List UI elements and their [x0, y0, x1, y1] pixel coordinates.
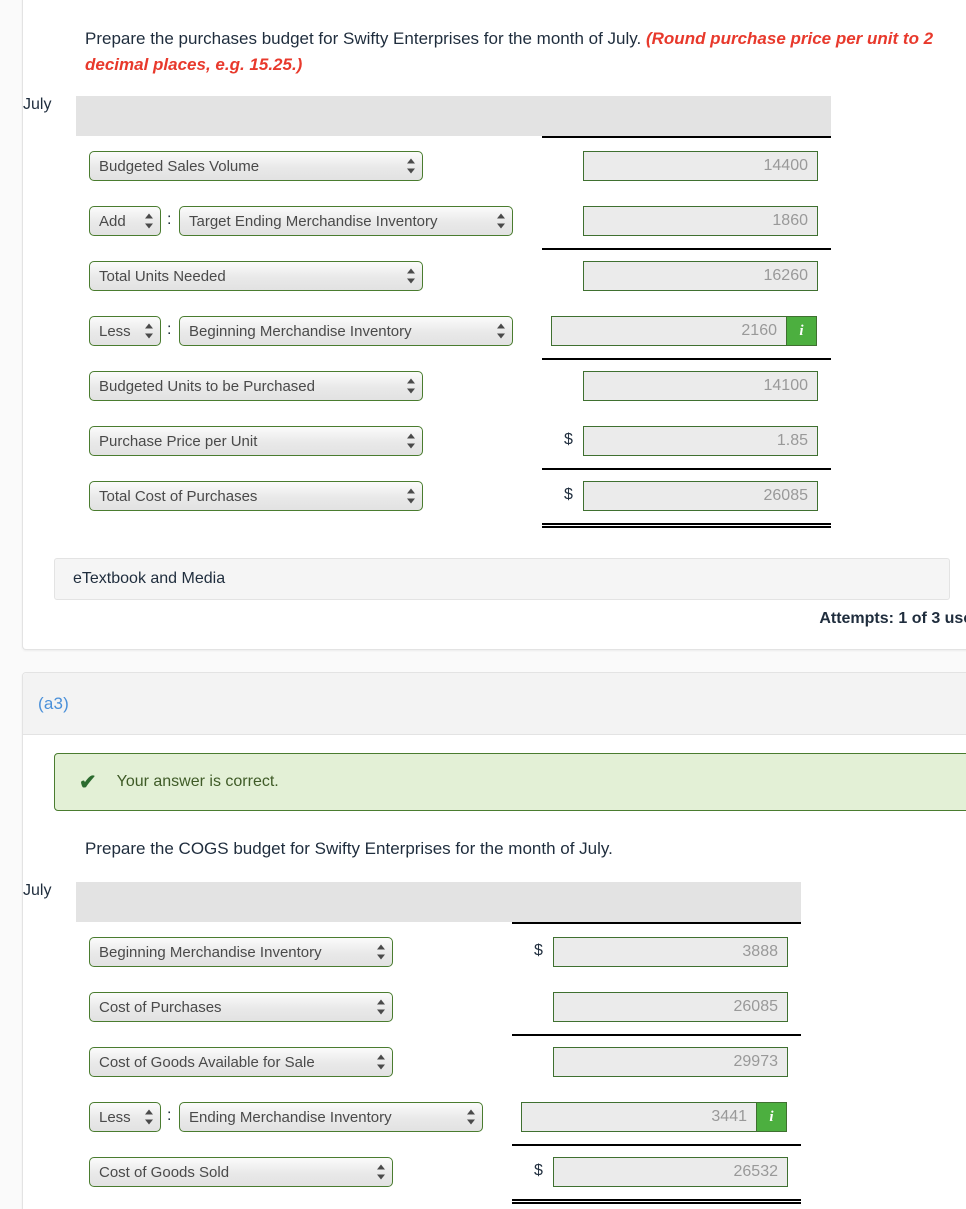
purchases-budget-table: July Budgeted Sales Volume 14400 Add: Target… [23, 96, 966, 528]
chevron-updown-icon [406, 378, 415, 394]
row-account-select[interactable]: Target Ending Merchandise Inventory [179, 206, 513, 236]
column-header-rule [512, 922, 801, 924]
attempts-counter: Attempts: 1 of 3 used [819, 610, 966, 627]
currency-symbol: $ [564, 486, 573, 503]
question-prompt-a2: Prepare the purchases budget for Swifty … [54, 26, 966, 79]
chevron-updown-icon [144, 1109, 153, 1125]
row-colon: : [167, 321, 172, 338]
row-operator-select[interactable]: Add [89, 206, 161, 236]
row-account-select[interactable]: Total Units Needed [89, 261, 423, 291]
row-account-select[interactable]: Cost of Purchases [89, 992, 393, 1022]
select-value: Purchase Price per Unit [99, 432, 258, 450]
select-value: Target Ending Merchandise Inventory [189, 212, 438, 230]
info-icon-button[interactable]: i [787, 316, 817, 346]
answer-status-text: Your answer is correct. [116, 773, 279, 790]
check-icon: ✔ [79, 770, 97, 794]
row-account-select[interactable]: Budgeted Sales Volume [89, 151, 423, 181]
chevron-updown-icon [496, 213, 505, 229]
chevron-updown-icon [376, 1054, 385, 1070]
cogs-budget-table: July Beginning Merchandise Inventory $3888… [23, 882, 966, 1209]
prompt-text: Prepare the purchases budget for Swifty … [85, 29, 642, 48]
row-account-select[interactable]: Beginning Merchandise Inventory [89, 937, 393, 967]
select-value: Budgeted Sales Volume [99, 157, 260, 175]
table-subtotal-rule [512, 1144, 801, 1146]
row-operator-select[interactable]: Less [89, 316, 161, 346]
row-account-select[interactable]: Cost of Goods Sold [89, 1157, 393, 1187]
select-value: Ending Merchandise Inventory [189, 1108, 392, 1126]
row-value-input[interactable]: 1860 [583, 206, 818, 236]
table-subtotal-rule [542, 248, 831, 250]
select-value: Cost of Goods Available for Sale [99, 1053, 315, 1071]
chevron-updown-icon [144, 323, 153, 339]
table-header-band [76, 882, 801, 922]
row-colon: : [167, 1107, 172, 1124]
row-value-input[interactable]: 3441 [521, 1102, 757, 1132]
table-total-double-rule [542, 523, 831, 528]
row-account-select[interactable]: Ending Merchandise Inventory [179, 1102, 483, 1132]
question-prompt-a3: Prepare the COGS budget for Swifty Enter… [54, 836, 966, 862]
table-total-double-rule [512, 1199, 801, 1204]
select-value: Budgeted Units to be Purchased [99, 377, 315, 395]
table-subtotal-rule [542, 358, 831, 360]
chevron-updown-icon [406, 488, 415, 504]
select-value: Beginning Merchandise Inventory [189, 322, 412, 340]
table-header-band [76, 96, 831, 136]
row-value-input[interactable]: 26532 [553, 1157, 788, 1187]
currency-symbol: $ [534, 942, 543, 959]
select-value: Less [99, 1108, 131, 1126]
currency-symbol: $ [564, 431, 573, 448]
chevron-updown-icon [376, 944, 385, 960]
row-value-input[interactable]: 2160 [551, 316, 787, 346]
row-operator-select[interactable]: Less [89, 1102, 161, 1132]
row-value-input[interactable]: 16260 [583, 261, 818, 291]
answer-status-banner: ✔ Your answer is correct. [54, 753, 966, 811]
chevron-updown-icon [406, 158, 415, 174]
row-account-select[interactable]: Beginning Merchandise Inventory [179, 316, 513, 346]
select-value: Less [99, 322, 131, 340]
select-value: Cost of Purchases [99, 998, 222, 1016]
chevron-updown-icon [376, 999, 385, 1015]
etextbook-and-media-button[interactable]: eTextbook and Media [54, 558, 950, 600]
part-label-a3: (a3) [38, 693, 70, 713]
chevron-updown-icon [466, 1109, 475, 1125]
row-value-input[interactable]: 14400 [583, 151, 818, 181]
chevron-updown-icon [376, 1164, 385, 1180]
table-subtotal-rule [512, 1034, 801, 1036]
chevron-updown-icon [406, 268, 415, 284]
column-header-rule [542, 136, 831, 138]
currency-symbol: $ [534, 1162, 543, 1179]
row-account-select[interactable]: Budgeted Units to be Purchased [89, 371, 423, 401]
select-value: Total Units Needed [99, 267, 226, 285]
select-value: Total Cost of Purchases [99, 487, 258, 505]
row-account-select[interactable]: Cost of Goods Available for Sale [89, 1047, 393, 1077]
chevron-updown-icon [144, 213, 153, 229]
question-card-a2: Prepare the purchases budget for Swifty … [22, 0, 966, 650]
info-icon-button[interactable]: i [757, 1102, 787, 1132]
prompt-text: Prepare the COGS budget for Swifty Enter… [85, 839, 613, 858]
row-account-select[interactable]: Total Cost of Purchases [89, 481, 423, 511]
card-header-a3: (a3) [23, 673, 966, 735]
question-card-a3: (a3) ✔ Your answer is correct. Prepare t… [22, 672, 966, 1209]
chevron-updown-icon [496, 323, 505, 339]
row-value-input[interactable]: 14100 [583, 371, 818, 401]
table-subtotal-rule [542, 468, 831, 470]
row-value-input[interactable]: 29973 [553, 1047, 788, 1077]
row-colon: : [167, 211, 172, 228]
row-value-input[interactable]: 26085 [583, 481, 818, 511]
select-value: Cost of Goods Sold [99, 1163, 230, 1181]
assignment-page: Prepare the purchases budget for Swifty … [0, 0, 966, 1209]
select-value: Beginning Merchandise Inventory [99, 943, 322, 961]
row-value-input[interactable]: 1.85 [583, 426, 818, 456]
chevron-updown-icon [406, 433, 415, 449]
row-account-select[interactable]: Purchase Price per Unit [89, 426, 423, 456]
row-value-input[interactable]: 3888 [553, 937, 788, 967]
row-value-input[interactable]: 26085 [553, 992, 788, 1022]
etextbook-label: eTextbook and Media [73, 570, 226, 587]
select-value: Add [99, 212, 126, 230]
